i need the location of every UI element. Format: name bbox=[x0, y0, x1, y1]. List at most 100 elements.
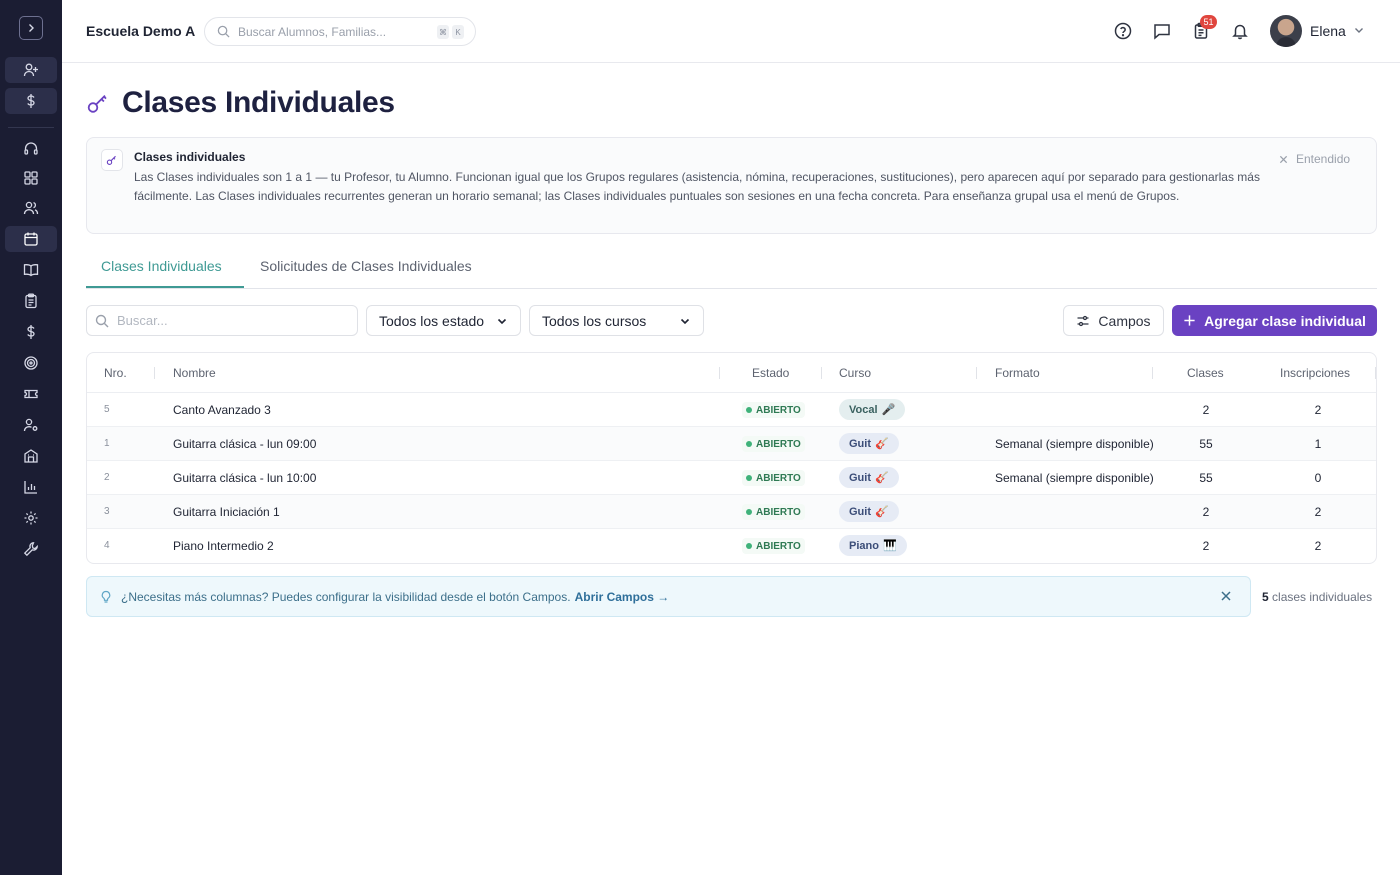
user-name[interactable]: Elena bbox=[1310, 23, 1346, 39]
sidebar-item-add-user[interactable] bbox=[5, 57, 57, 83]
avatar[interactable] bbox=[1270, 15, 1302, 47]
global-search-placeholder: Buscar Alumnos, Familias... bbox=[238, 24, 387, 39]
row-nombre[interactable]: Guitarra Iniciación 1 bbox=[173, 505, 280, 519]
help-circle-icon bbox=[1114, 22, 1132, 40]
columns-tip-banner: ¿Necesitas más columnas? Puedes configur… bbox=[86, 576, 1251, 617]
global-search-input[interactable]: Buscar Alumnos, Familias... ⌘ K bbox=[204, 17, 476, 46]
sidebar-item-tasks[interactable] bbox=[5, 288, 57, 314]
column-header-inscripciones[interactable]: Inscripciones bbox=[1280, 366, 1350, 380]
sidebar-divider bbox=[8, 127, 54, 128]
row-clases: 55 bbox=[1199, 437, 1213, 451]
guitar-icon: 🎸 bbox=[875, 472, 889, 484]
table-search-placeholder: Buscar... bbox=[117, 313, 168, 328]
sidebar-expand-button[interactable] bbox=[19, 16, 43, 40]
row-inscripciones: 1 bbox=[1314, 437, 1322, 451]
status-badge: ABIERTO bbox=[742, 402, 805, 418]
sidebar-item-courses[interactable] bbox=[5, 257, 57, 283]
sidebar-item-buildings[interactable] bbox=[5, 443, 57, 469]
tip-text: ¿Necesitas más columnas? Puedes configur… bbox=[121, 589, 571, 604]
course-badge: Guit 🎸 bbox=[839, 501, 899, 522]
help-button[interactable] bbox=[1113, 21, 1133, 41]
row-nombre[interactable]: Guitarra clásica - lun 09:00 bbox=[173, 437, 316, 451]
column-separator bbox=[719, 367, 720, 379]
info-banner-dismiss-label: Entendido bbox=[1296, 152, 1351, 166]
chevron-down-icon[interactable] bbox=[1353, 24, 1365, 36]
notifications-button[interactable] bbox=[1230, 21, 1250, 41]
row-nombre[interactable]: Piano Intermedio 2 bbox=[173, 539, 274, 553]
target-icon bbox=[24, 356, 38, 370]
row-clases: 2 bbox=[1202, 403, 1210, 417]
column-header-curso[interactable]: Curso bbox=[839, 366, 871, 380]
column-header-nro[interactable]: Nro. bbox=[104, 366, 127, 380]
gear-icon bbox=[24, 511, 38, 525]
sidebar-item-settings[interactable] bbox=[5, 505, 57, 531]
active-tab-indicator bbox=[86, 286, 244, 288]
user-settings-icon bbox=[23, 418, 38, 432]
course-badge: Piano 🎹 bbox=[839, 535, 907, 556]
page-title: Clases Individuales bbox=[122, 86, 395, 119]
row-nro: 3 bbox=[104, 506, 110, 517]
fields-button[interactable]: Campos bbox=[1063, 305, 1164, 336]
course-badge-label: Guit bbox=[849, 471, 871, 484]
info-banner-body: Las Clases individuales son 1 a 1 — tu P… bbox=[134, 170, 1260, 203]
column-header-nombre[interactable]: Nombre bbox=[173, 366, 216, 380]
sidebar-item-staff[interactable] bbox=[5, 412, 57, 438]
table-row[interactable]: 5 Canto Avanzado 3 ABIERTO Vocal 🎤 2 2 bbox=[87, 393, 1376, 427]
status-badge: ABIERTO bbox=[742, 504, 805, 520]
row-nombre[interactable]: Guitarra clásica - lun 10:00 bbox=[173, 471, 316, 485]
column-header-formato[interactable]: Formato bbox=[995, 366, 1040, 380]
sidebar-item-tickets[interactable] bbox=[5, 381, 57, 407]
column-header-clases[interactable]: Clases bbox=[1187, 366, 1224, 380]
guitar-icon: 🎸 bbox=[875, 506, 889, 518]
page-header: Clases Individuales bbox=[86, 86, 395, 120]
open-fields-link[interactable]: Abrir Campos → bbox=[575, 590, 670, 604]
close-icon[interactable] bbox=[1220, 590, 1232, 602]
fields-button-label: Campos bbox=[1098, 312, 1151, 329]
status-badge: ABIERTO bbox=[742, 470, 805, 486]
add-individual-class-button[interactable]: Agregar clase individual bbox=[1172, 305, 1377, 336]
table-row[interactable]: 4 Piano Intermedio 2 ABIERTO Piano 🎹 2 2 bbox=[87, 529, 1376, 563]
column-header-estado[interactable]: Estado bbox=[752, 366, 789, 380]
bar-chart-icon bbox=[24, 481, 37, 494]
tab-solicitudes[interactable]: Solicitudes de Clases Individuales bbox=[260, 258, 472, 274]
shortcut-key-cmd: ⌘ bbox=[437, 25, 449, 39]
top-bar: Escuela Demo A Buscar Alumnos, Familias.… bbox=[62, 0, 1400, 63]
user-plus-icon bbox=[23, 63, 38, 77]
sidebar-item-goals[interactable] bbox=[5, 350, 57, 376]
piano-icon: 🎹 bbox=[882, 540, 897, 552]
row-nro: 5 bbox=[104, 404, 110, 415]
row-nombre[interactable]: Canto Avanzado 3 bbox=[173, 403, 271, 417]
course-filter-select[interactable]: Todos los cursos bbox=[529, 305, 704, 336]
course-badge-label: Vocal bbox=[849, 403, 878, 416]
lightbulb-icon bbox=[101, 590, 111, 603]
table-row[interactable]: 1 Guitarra clásica - lun 09:00 ABIERTO G… bbox=[87, 427, 1376, 461]
row-nro: 1 bbox=[104, 438, 110, 449]
messages-button[interactable] bbox=[1152, 21, 1172, 41]
sidebar-item-tools[interactable] bbox=[5, 536, 57, 562]
table-search-input[interactable]: Buscar... bbox=[86, 305, 358, 336]
tab-clases-individuales[interactable]: Clases Individuales bbox=[101, 258, 222, 274]
info-banner-title: Clases individuales bbox=[134, 150, 246, 164]
row-inscripciones: 2 bbox=[1314, 539, 1322, 553]
sidebar-item-dashboard[interactable] bbox=[5, 165, 57, 191]
tab-bar: Clases Individuales Solicitudes de Clase… bbox=[86, 250, 1377, 289]
row-clases: 55 bbox=[1199, 471, 1213, 485]
shortcut-key-k: K bbox=[452, 25, 464, 39]
sidebar-item-calendar[interactable] bbox=[5, 226, 57, 252]
table-row[interactable]: 3 Guitarra Iniciación 1 ABIERTO Guit 🎸 2 … bbox=[87, 495, 1376, 529]
course-badge-label: Guit bbox=[849, 505, 871, 518]
classes-table: Nro. Nombre Estado Curso Formato Clases … bbox=[86, 352, 1377, 564]
table-row[interactable]: 2 Guitarra clásica - lun 10:00 ABIERTO G… bbox=[87, 461, 1376, 495]
course-badge-label: Guit bbox=[849, 437, 871, 450]
sidebar-item-reports[interactable] bbox=[5, 474, 57, 500]
info-banner-dismiss-button[interactable]: Entendido bbox=[1279, 152, 1350, 166]
status-filter-select[interactable]: Todos los estado bbox=[366, 305, 521, 336]
result-count-label: clases individuales bbox=[1272, 590, 1373, 604]
sidebar-item-payments[interactable] bbox=[5, 88, 57, 114]
sidebar-item-billing[interactable] bbox=[5, 319, 57, 345]
headset-icon bbox=[24, 142, 38, 155]
search-icon bbox=[95, 314, 109, 327]
sidebar-item-support[interactable] bbox=[5, 136, 57, 162]
sidebar-item-people[interactable] bbox=[5, 195, 57, 221]
row-nro: 4 bbox=[104, 540, 110, 551]
